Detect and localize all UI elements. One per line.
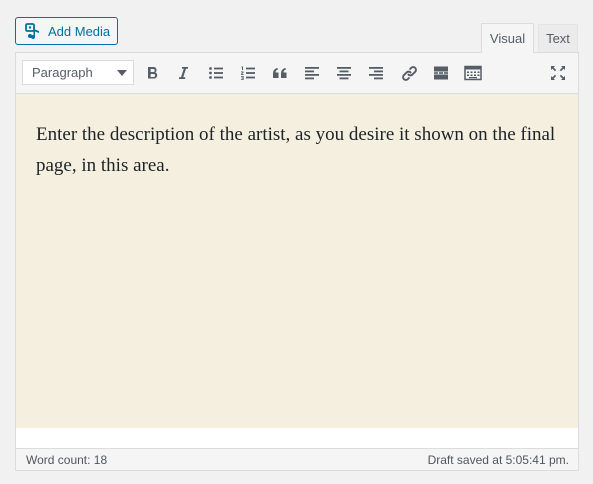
editor-content-area[interactable]: Enter the description of the artist, as … [16, 94, 578, 428]
editor-toolbar: Paragraph [16, 53, 578, 94]
align-center-icon [336, 65, 352, 81]
toolbar-toggle-icon [464, 65, 482, 81]
editor-content-text: Enter the description of the artist, as … [36, 124, 556, 176]
read-more-icon [433, 65, 449, 81]
toolbar-toggle-button[interactable] [461, 61, 485, 85]
tab-text[interactable]: Text [538, 24, 578, 52]
draft-saved-status: Draft saved at 5:05:41 pm. [427, 453, 569, 467]
fullscreen-icon [550, 65, 566, 81]
align-center-button[interactable] [332, 61, 356, 85]
bold-button[interactable] [141, 61, 165, 85]
italic-button[interactable] [172, 61, 196, 85]
editor-frame: Paragraph Enter the description of the a… [15, 52, 579, 471]
tab-visual[interactable]: Visual [481, 23, 534, 53]
add-media-icon [24, 22, 42, 40]
format-select-value: Paragraph [32, 65, 93, 80]
align-right-button[interactable] [364, 61, 388, 85]
read-more-button[interactable] [429, 61, 453, 85]
editor-status-bar: Word count: 18 Draft saved at 5:05:41 pm… [16, 448, 578, 470]
numbered-list-icon [240, 65, 256, 81]
add-media-button[interactable]: Add Media [15, 17, 118, 45]
insert-link-icon [401, 65, 418, 82]
align-left-icon [304, 65, 320, 81]
format-select[interactable]: Paragraph [22, 60, 134, 85]
bulleted-list-icon [208, 65, 224, 81]
word-count: Word count: 18 [26, 453, 108, 467]
insert-link-button[interactable] [397, 61, 421, 85]
blockquote-button[interactable] [268, 61, 292, 85]
blockquote-icon [272, 65, 288, 81]
chevron-down-icon [117, 70, 127, 76]
align-right-icon [368, 65, 384, 81]
add-media-label: Add Media [48, 23, 111, 39]
italic-icon [176, 65, 192, 81]
align-left-button[interactable] [300, 61, 324, 85]
numbered-list-button[interactable] [236, 61, 260, 85]
fullscreen-button[interactable] [546, 61, 570, 85]
bulleted-list-button[interactable] [204, 61, 228, 85]
bold-icon [145, 65, 161, 81]
